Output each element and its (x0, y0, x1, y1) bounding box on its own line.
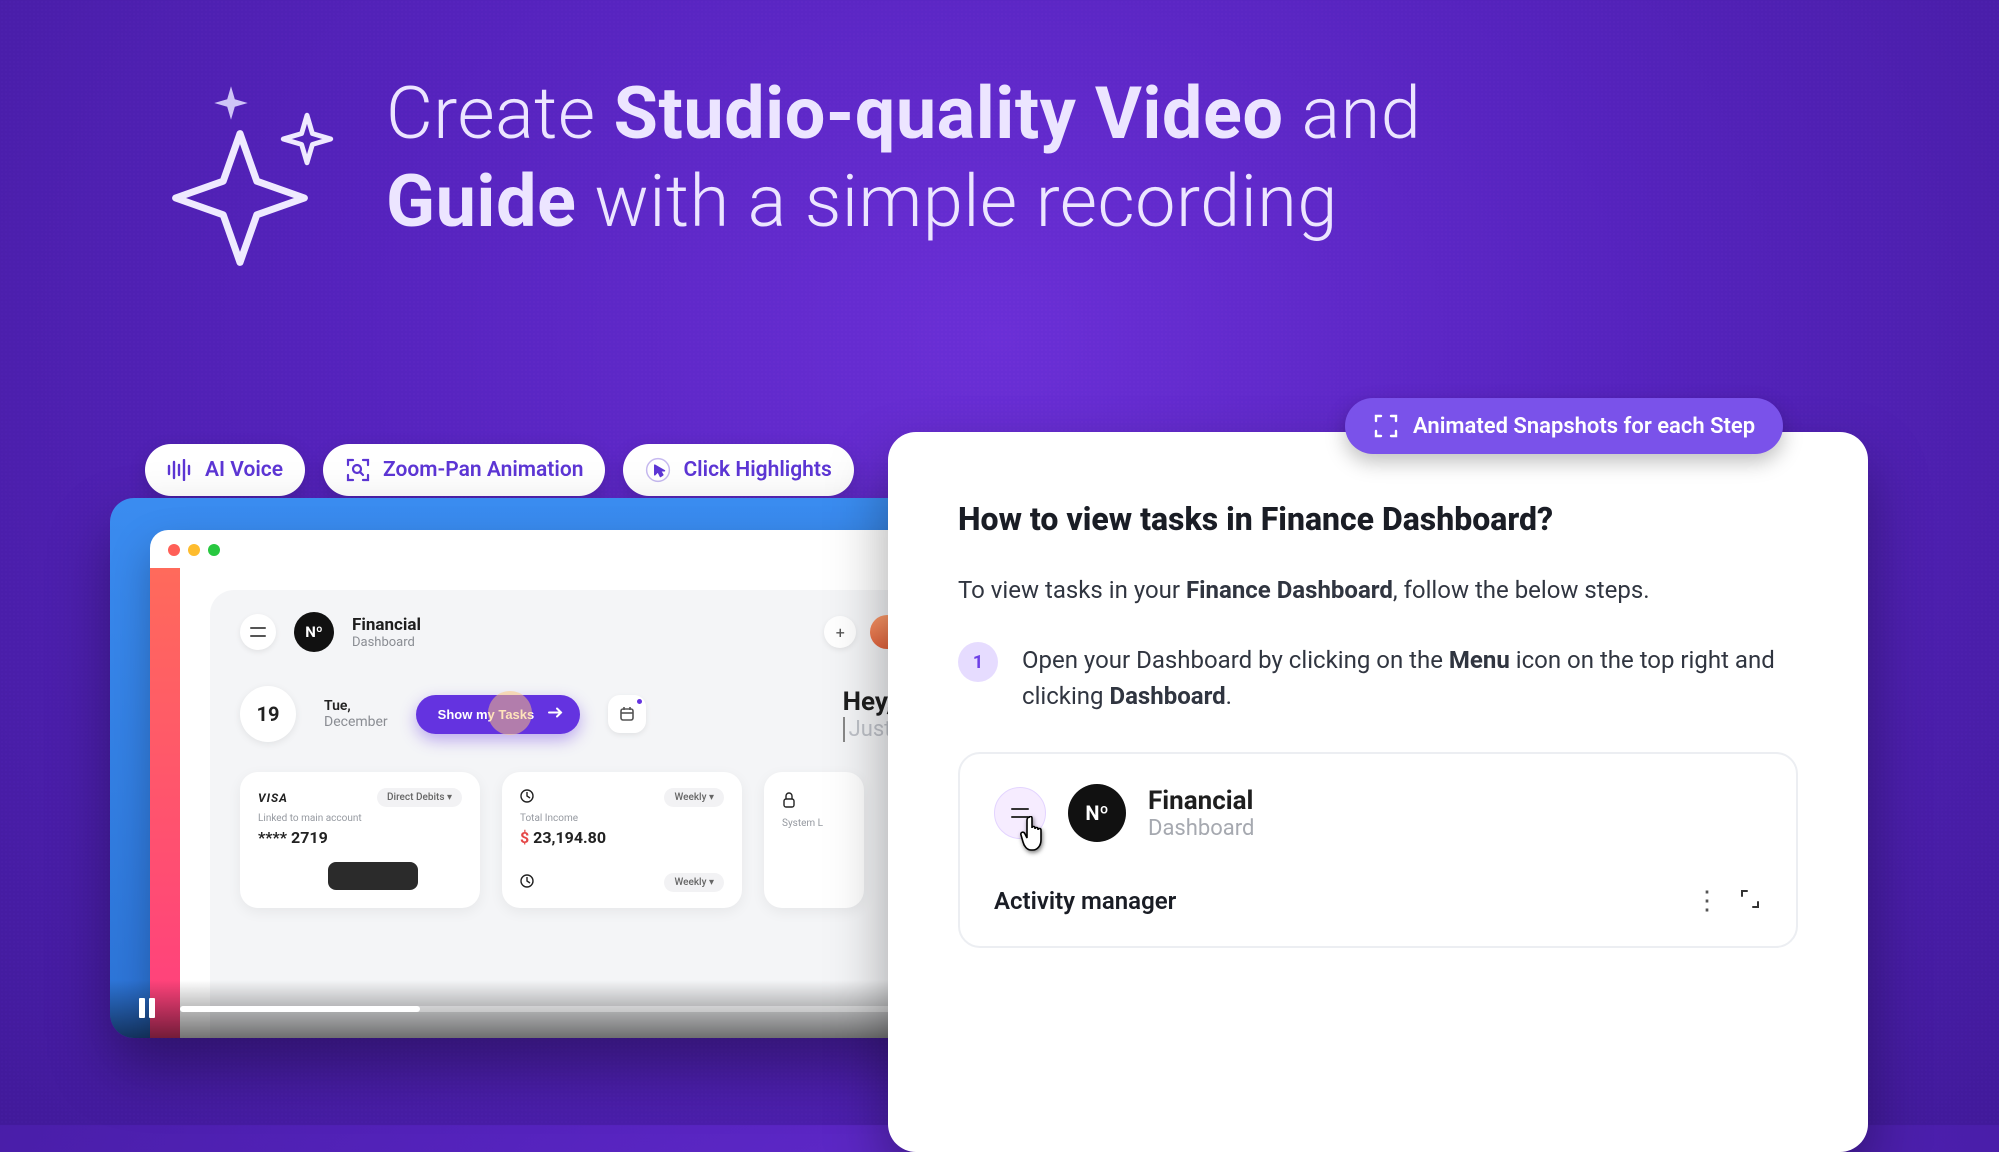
kebab-menu-icon[interactable]: ⋮ (1694, 886, 1722, 916)
card-selector[interactable]: Direct Debits ▾ (377, 788, 462, 807)
card-subtitle: System L (782, 818, 846, 829)
recorded-window: Nº Financial Dashboard + Dwayn CEO As 19 (150, 530, 930, 1038)
card-subtitle: Total Income (520, 813, 724, 824)
brand-title: Financial Dashboard (352, 615, 421, 650)
window-traffic-lights (168, 544, 220, 556)
app-toolbar: 19 Tue, December Show my Tasks Hey, Need (240, 686, 930, 742)
capture-frame-icon (1373, 413, 1399, 439)
step-number-badge: 1 (958, 642, 998, 682)
guide-intro: To view tasks in your Finance Dashboard,… (958, 572, 1798, 608)
chip-label: Click Highlights (683, 458, 831, 482)
calendar-button[interactable] (608, 695, 646, 733)
card-value: **** 2719 (258, 828, 462, 847)
page-title: Create Studio-quality Video and Guide wi… (386, 70, 1421, 246)
expand-icon[interactable] (1738, 887, 1762, 915)
brand-title: Financial Dashboard (1148, 786, 1254, 841)
show-tasks-button[interactable]: Show my Tasks (416, 695, 581, 734)
menu-button[interactable] (240, 614, 276, 650)
finance-app: Nº Financial Dashboard + Dwayn CEO As 19 (210, 590, 930, 1038)
card-subtitle: Linked to main account (258, 813, 462, 824)
step-text: Open your Dashboard by clicking on the M… (1022, 642, 1798, 714)
brand-logo-icon: Nº (294, 612, 334, 652)
feature-chip-row: AI Voice Zoom-Pan Animation Click Highli… (145, 444, 854, 496)
pill-label: Animated Snapshots for each Step (1413, 414, 1755, 439)
chip-click-highlights[interactable]: Click Highlights (623, 444, 853, 496)
snapshot-frame: Nº Financial Dashboard Activity manager … (958, 752, 1798, 948)
card-system[interactable]: System L (764, 772, 864, 908)
pause-button[interactable] (134, 995, 162, 1023)
clock-icon (520, 789, 534, 807)
cursor-pointer-icon (1019, 816, 1051, 852)
card-selector[interactable]: Weekly ▾ (664, 873, 724, 892)
card-income[interactable]: Weekly ▾ Total Income $ 23,194.80 Weekly… (502, 772, 742, 908)
card-visa[interactable]: VISA Direct Debits ▾ Linked to main acco… (240, 772, 480, 908)
card-title: VISA (258, 791, 288, 805)
arrow-right-icon (548, 707, 564, 722)
snapshot-pill[interactable]: Animated Snapshots for each Step (1345, 398, 1783, 454)
window-sidebar-accent (150, 568, 180, 1038)
stats-cards: VISA Direct Debits ▾ Linked to main acco… (240, 772, 930, 908)
chip-zoom-pan[interactable]: Zoom-Pan Animation (323, 444, 605, 496)
clock-icon (520, 874, 534, 892)
card-selector[interactable]: Weekly ▾ (664, 788, 724, 807)
lock-icon (782, 792, 846, 812)
guide-title: How to view tasks in Finance Dashboard? (958, 500, 1798, 538)
sparkle-icon (170, 88, 350, 278)
chip-label: Zoom-Pan Animation (383, 458, 583, 482)
add-button[interactable]: + (824, 616, 856, 648)
click-cursor-icon (645, 457, 671, 483)
card-value: $ 23,194.80 (520, 828, 724, 847)
video-preview-card: Nº Financial Dashboard + Dwayn CEO As 19 (110, 498, 930, 1038)
progress-bar[interactable] (180, 1006, 906, 1012)
chip-label: AI Voice (205, 458, 283, 482)
waveform-icon (167, 457, 193, 483)
app-header: Nº Financial Dashboard + Dwayn CEO As (240, 612, 930, 652)
guide-step-1: 1 Open your Dashboard by clicking on the… (958, 642, 1798, 714)
date-day[interactable]: 19 (240, 686, 296, 742)
brand-logo-icon: Nº (1068, 784, 1126, 842)
guide-card: How to view tasks in Finance Dashboard? … (888, 432, 1868, 1152)
mini-chart-icon (328, 862, 418, 890)
video-controls (110, 980, 930, 1038)
magnify-frame-icon (345, 457, 371, 483)
hero-header: Create Studio-quality Video and Guide wi… (170, 70, 1421, 278)
chip-ai-voice[interactable]: AI Voice (145, 444, 305, 496)
date-label: Tue, December (324, 698, 388, 730)
menu-button[interactable] (994, 787, 1046, 839)
section-title: Activity manager (994, 887, 1176, 915)
